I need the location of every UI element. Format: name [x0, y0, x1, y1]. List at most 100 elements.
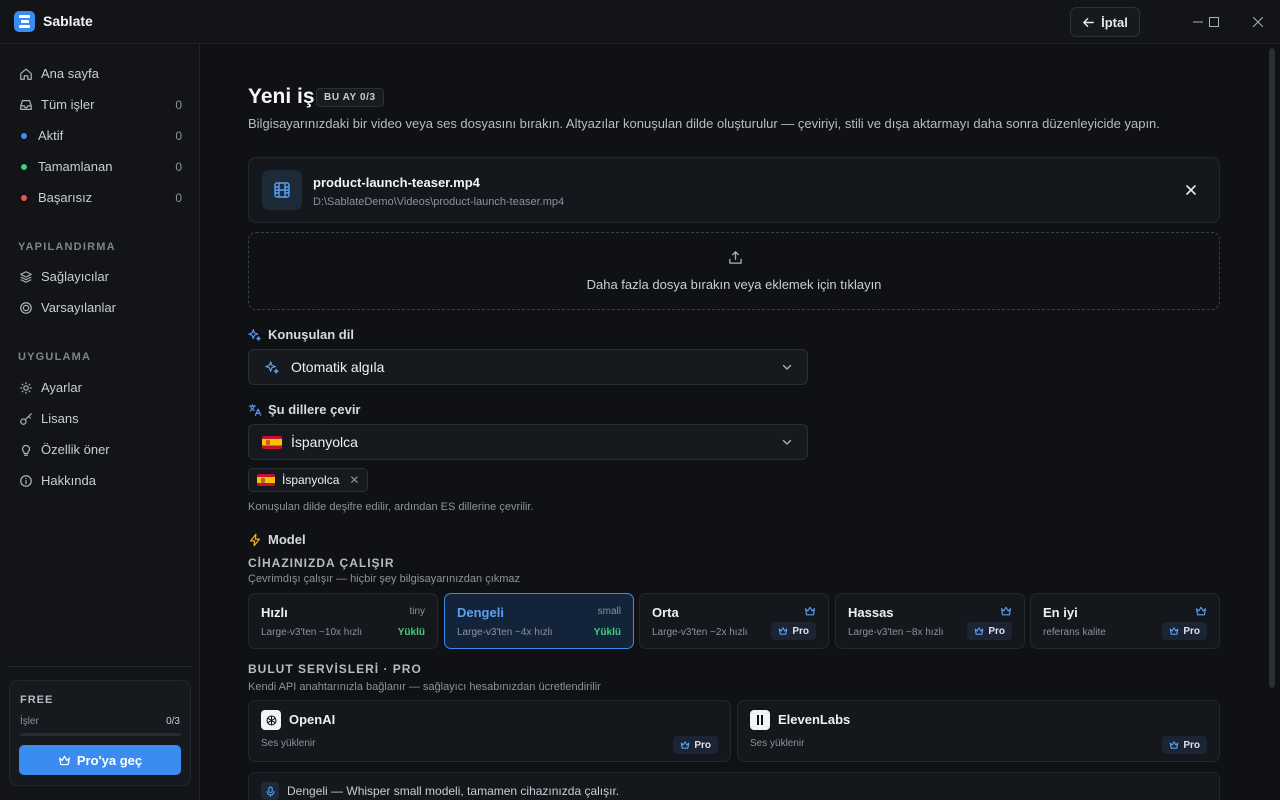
model-card-precise[interactable]: Hassas Large-v3'ten ~8x hızlı Pro: [835, 593, 1025, 649]
field-label-text: Model: [268, 532, 306, 547]
scrollbar[interactable]: [1269, 48, 1275, 688]
sidebar-item-label: Hakkında: [41, 473, 96, 488]
sidebar-item-providers[interactable]: Sağlayıcılar: [0, 261, 200, 292]
status-dot: [21, 163, 27, 170]
model-size: small: [597, 606, 621, 617]
sidebar-item-label: Tamamlanan: [38, 159, 113, 174]
model-summary-text: Dengeli — Whisper small modeli, tamamen …: [287, 784, 620, 798]
sidebar-item-about[interactable]: Hakkında: [0, 465, 200, 496]
sidebar-item-label: Aktif: [38, 128, 64, 143]
info-icon: [18, 473, 34, 489]
remove-chip-button[interactable]: ✕: [349, 473, 359, 487]
status-dot: [21, 132, 27, 139]
model-card-fast[interactable]: Hızlı tiny Large-v3'ten ~10x hızlı Yüklü: [248, 593, 438, 649]
cloud-card-elevenlabs[interactable]: ElevenLabs Ses yüklenir Pro: [737, 700, 1220, 762]
model-name: Hızlı: [261, 605, 288, 620]
sidebar-item-home[interactable]: Ana sayfa: [0, 58, 200, 89]
elevenlabs-logo-icon: [750, 710, 770, 730]
crown-icon: [999, 604, 1013, 618]
app-logo-icon: [14, 11, 35, 32]
section-label-config: YAPILANDIRMA: [18, 241, 116, 253]
local-models-title: CİHAZINIZDA ÇALIŞIR: [248, 556, 395, 570]
model-label: Model: [248, 532, 306, 547]
translate-language-select[interactable]: İspanyolca: [248, 424, 808, 460]
sidebar-item-count: 0: [175, 159, 182, 174]
crown-icon: [58, 754, 71, 767]
section-label-app: UYGULAMA: [18, 351, 92, 363]
sidebar-item-failed[interactable]: Başarısız 0: [0, 182, 200, 213]
model-desc: Large-v3'ten ~2x hızlı: [652, 627, 748, 638]
openai-logo-icon: [261, 710, 281, 730]
cloud-name: ElevenLabs: [778, 712, 851, 727]
cloud-desc: Ses yüklenir: [261, 738, 316, 749]
pro-label: Pro: [792, 625, 809, 637]
sidebar-item-label: Varsayılanlar: [41, 300, 116, 315]
field-label-text: Şu dillere çevir: [268, 402, 361, 417]
upgrade-pro-button[interactable]: Pro'ya geç: [19, 745, 181, 775]
sidebar-item-license[interactable]: Lisans: [0, 403, 200, 434]
pro-badge: Pro: [1162, 622, 1207, 640]
plan-name: FREE: [20, 694, 54, 706]
maximize-button[interactable]: [1204, 12, 1224, 32]
sidebar-divider: [8, 666, 192, 667]
sidebar-item-active[interactable]: Aktif 0: [0, 120, 200, 151]
inbox-icon: [18, 97, 34, 113]
sidebar-item-completed[interactable]: Tamamlanan 0: [0, 151, 200, 182]
crown-icon: [974, 626, 984, 636]
model-card-medium[interactable]: Orta Large-v3'ten ~2x hızlı Pro: [639, 593, 829, 649]
page-title: Yeni iş: [248, 85, 315, 108]
model-name: Dengeli: [457, 605, 504, 620]
key-icon: [18, 411, 34, 427]
crown-icon: [1194, 604, 1208, 618]
crown-icon: [778, 626, 788, 636]
model-status: Yüklü: [397, 627, 425, 638]
chip-label: İspanyolca: [282, 473, 340, 487]
crown-icon: [680, 740, 690, 750]
model-name: En iyi: [1043, 605, 1078, 620]
dropzone[interactable]: Daha fazla dosya bırakın veya eklemek iç…: [248, 232, 1220, 310]
select-value: Otomatik algıla: [291, 359, 385, 375]
model-card-balanced[interactable]: Dengeli small Large-v3'ten ~4x hızlı Yük…: [444, 593, 634, 649]
quota-badge: BU AY 0/3: [316, 88, 384, 107]
translate-label: Şu dillere çevir: [248, 402, 361, 417]
crown-icon: [803, 604, 817, 618]
pro-badge: Pro: [673, 736, 718, 754]
upload-icon: [727, 249, 743, 265]
file-name: product-launch-teaser.mp4: [313, 175, 480, 190]
model-size: tiny: [409, 606, 425, 617]
cloud-card-openai[interactable]: OpenAI Ses yüklenir Pro: [248, 700, 731, 762]
sidebar-item-label: Tüm işler: [41, 97, 95, 112]
upgrade-label: Pro'ya geç: [76, 752, 143, 768]
cancel-button[interactable]: İptal: [1070, 7, 1140, 37]
close-window-button[interactable]: [1248, 12, 1268, 32]
cloud-name: OpenAI: [289, 712, 336, 727]
translate-hint: Konuşulan dilde deşifre edilir, ardından…: [248, 501, 534, 513]
plan-jobs-count: 0/3: [166, 716, 180, 727]
sidebar-item-label: Özellik öner: [41, 442, 110, 457]
sidebar-item-suggest-feature[interactable]: Özellik öner: [0, 434, 200, 465]
home-icon: [18, 66, 34, 82]
spoken-language-select[interactable]: Otomatik algıla: [248, 349, 808, 385]
sidebar-item-settings[interactable]: Ayarlar: [0, 372, 200, 403]
sidebar-item-defaults[interactable]: Varsayılanlar: [0, 292, 200, 323]
crown-icon: [1169, 626, 1179, 636]
model-desc: Large-v3'ten ~10x hızlı: [261, 627, 363, 638]
file-card: product-launch-teaser.mp4 D:\SablateDemo…: [248, 157, 1220, 223]
sidebar: Ana sayfa Tüm işler 0 Aktif 0 Tamamlanan…: [0, 44, 200, 800]
remove-file-button[interactable]: [1183, 182, 1199, 198]
lightbulb-icon: [18, 442, 34, 458]
plan-jobs-label: İşler: [20, 716, 39, 727]
model-card-best[interactable]: En iyi referans kalite Pro: [1030, 593, 1220, 649]
target-icon: [18, 300, 34, 316]
close-icon: [1186, 185, 1196, 195]
pro-badge: Pro: [771, 622, 816, 640]
cloud-services-title: BULUT SERVİSLERİ · PRO: [248, 662, 422, 676]
model-status: Yüklü: [593, 627, 621, 638]
crown-icon: [1169, 740, 1179, 750]
sidebar-item-label: Sağlayıcılar: [41, 269, 109, 284]
pro-badge: Pro: [1162, 736, 1207, 754]
sidebar-item-count: 0: [175, 128, 182, 143]
model-name: Hassas: [848, 605, 894, 620]
sidebar-item-all-jobs[interactable]: Tüm işler 0: [0, 89, 200, 120]
cloud-services-hint: Kendi API anahtarınızla bağlanır — sağla…: [248, 681, 601, 693]
